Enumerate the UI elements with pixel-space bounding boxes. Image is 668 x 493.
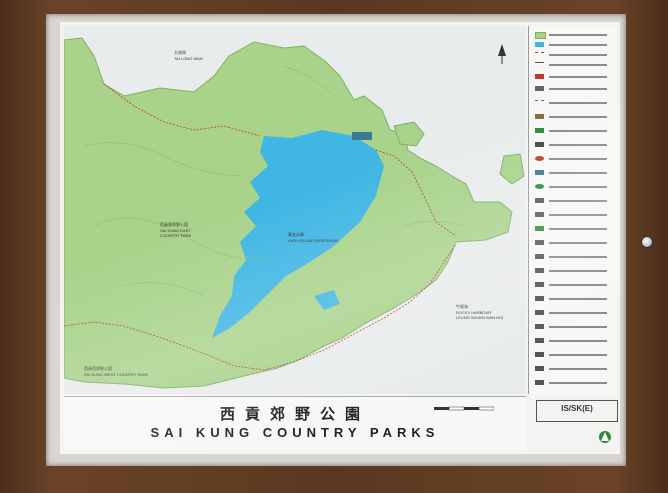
- agency-logo-icon: [599, 431, 611, 443]
- legend-swatch-road: [535, 62, 544, 68]
- legend-swatch-brown: [535, 114, 544, 119]
- legend-swatch-d: [535, 240, 544, 245]
- island-east: [499, 153, 525, 185]
- legend-swatch-c: [535, 226, 544, 231]
- legend-swatch-f: [535, 268, 544, 273]
- legend-swatch-green: [535, 128, 544, 133]
- legend-swatch-n: [535, 380, 544, 385]
- map-title-box: 西貢郊野公園 SAI KUNG COUNTRY PARKS: [64, 396, 526, 449]
- north-arrow-icon: [498, 44, 506, 64]
- frame-knob: [641, 236, 653, 248]
- legend-swatch-park: [535, 32, 546, 39]
- legend-swatch-grey: [535, 86, 544, 91]
- legend-swatch-g: [535, 282, 544, 287]
- legend-swatch-red: [535, 74, 544, 79]
- legend-swatch-site: [535, 184, 544, 189]
- legend-swatch-e: [535, 254, 544, 259]
- legend-swatch-dark: [535, 142, 544, 147]
- map-svg: [64, 37, 525, 389]
- label-sai-kung-west: 西貢西郊野公園 SAI KUNG WEST COUNTRY PARK: [84, 366, 149, 377]
- map-legend: [528, 26, 617, 394]
- legend-swatch-b: [535, 212, 544, 217]
- label-high-island-reservoir: 萬宜水庫 HIGH ISLAND RESERVOIR: [288, 232, 339, 243]
- label-rocky-harbour: 牛尾海 ROCKY HARBOUR LEUNG SHUEN WAN HOI: [456, 304, 504, 320]
- legend-swatch-h: [535, 296, 544, 301]
- legend-swatch-m: [535, 366, 544, 371]
- legend-swatch-blue: [535, 170, 544, 175]
- map-area[interactable]: 西貢東郊野公園 SAI KUNG EAST COUNTRY PARK 萬宜水庫 …: [64, 26, 526, 394]
- legend-swatch-i: [535, 310, 544, 315]
- legend-swatch-boundary: [535, 100, 544, 106]
- legend-swatch-trail: [535, 52, 544, 58]
- legend-swatch-water: [535, 42, 544, 47]
- label-sai-kung-east: 西貢東郊野公園 SAI KUNG EAST COUNTRY PARK: [160, 222, 192, 238]
- map-sign: [352, 132, 372, 140]
- legend-swatch-point: [535, 156, 544, 161]
- scale-bar-icon: [434, 406, 494, 411]
- legend-swatch-k: [535, 338, 544, 343]
- legend-swatch-a: [535, 198, 544, 203]
- label-tai-long-wan: 大浪灣 TAI LONG WAN: [174, 50, 203, 61]
- map-title-english: SAI KUNG COUNTRY PARKS: [150, 425, 440, 440]
- sheet-number: IS/SK(E): [561, 404, 593, 413]
- legend-swatch-l: [535, 352, 544, 357]
- legend-swatch-j: [535, 324, 544, 329]
